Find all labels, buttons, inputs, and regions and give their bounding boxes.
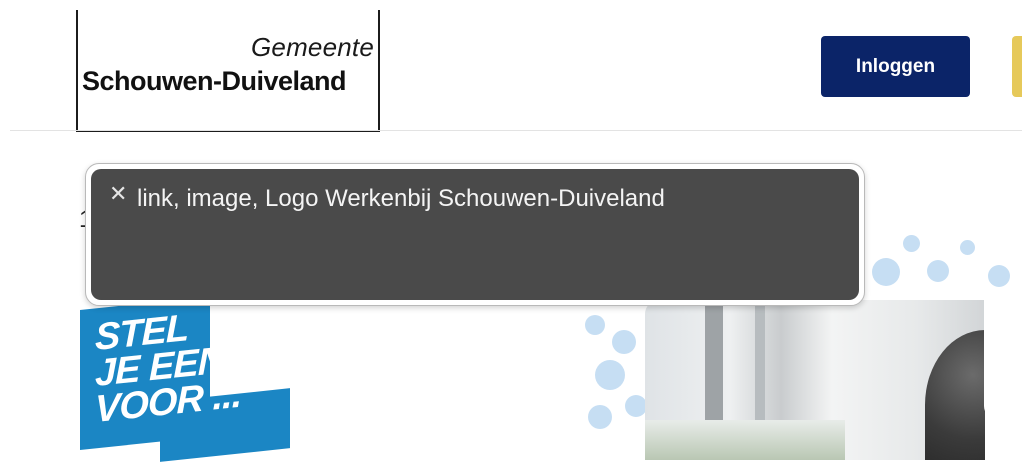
logo-gemeente-text: Gemeente	[250, 32, 374, 62]
hero-photo	[645, 300, 985, 460]
voiceover-caption-panel: ✕ link, image, Logo Werkenbij Schouwen-D…	[85, 163, 865, 306]
header-divider	[10, 130, 1022, 131]
hero-slogan: STEL JE EENS VOOR ...	[95, 304, 249, 431]
login-button[interactable]: Inloggen	[821, 36, 970, 97]
logo-municipality-text: Schouwen-Duiveland	[82, 66, 347, 96]
close-icon[interactable]: ✕	[109, 183, 127, 205]
photo-edge	[984, 300, 1022, 420]
secondary-header-button[interactable]	[1012, 36, 1022, 97]
site-logo-link[interactable]: Gemeente Schouwen-Duiveland	[76, 10, 380, 132]
voiceover-caption-text: link, image, Logo Werkenbij Schouwen-Dui…	[137, 185, 665, 212]
voiceover-caption-body: ✕ link, image, Logo Werkenbij Schouwen-D…	[91, 169, 859, 300]
